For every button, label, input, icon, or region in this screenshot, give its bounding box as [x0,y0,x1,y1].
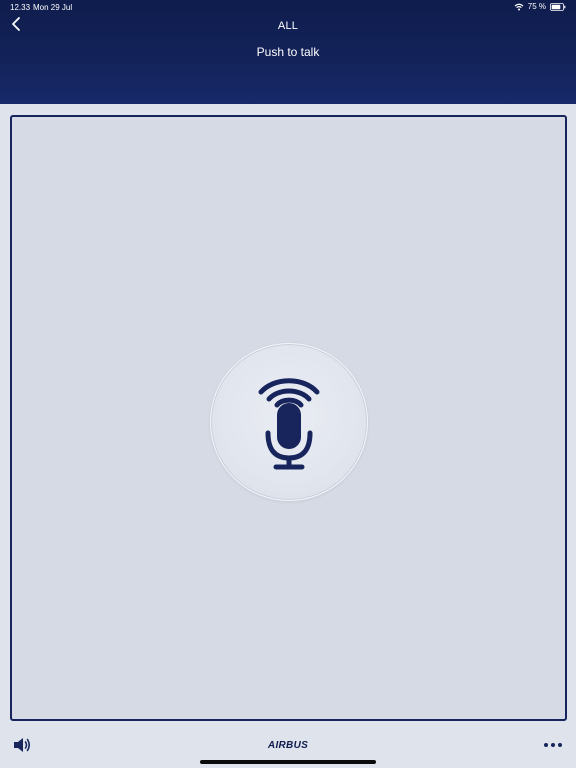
airbus-logo: AIRBUS [267,740,309,751]
header: 12.33 Mon 29 Jul 75 % ALL Push to talk [0,0,576,104]
more-dot [551,743,555,747]
status-date: Mon 29 Jul [33,3,73,12]
battery-icon [550,2,566,11]
battery-percentage: 75 % [527,2,546,11]
wifi-icon [514,3,524,11]
push-to-talk-panel[interactable] [10,115,567,721]
page-title: ALL [277,20,299,32]
status-right: 75 % [514,2,566,11]
status-bar: 12.33 Mon 29 Jul 75 % [0,0,576,14]
more-dot [544,743,548,747]
more-options-button[interactable] [544,740,562,750]
screen: 12.33 Mon 29 Jul 75 % ALL Push to talk A… [0,0,576,768]
footer: AIRBUS [0,722,576,768]
more-dot [558,743,562,747]
status-time: 12.33 [10,3,31,12]
home-indicator [200,760,376,764]
page-subtitle: Push to talk [256,45,320,59]
push-to-talk-button[interactable] [210,343,368,501]
microphone-broadcast-icon [249,370,329,475]
